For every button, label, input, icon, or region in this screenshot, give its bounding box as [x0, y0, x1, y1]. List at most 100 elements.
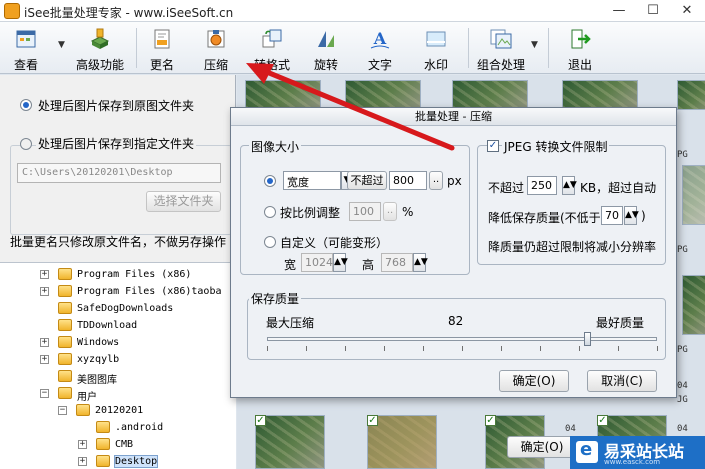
- quality-slider-thumb[interactable]: [583, 332, 591, 346]
- thumbnail[interactable]: [562, 80, 638, 110]
- slider-tick: [267, 346, 268, 351]
- dimension-mode-select[interactable]: 宽度: [283, 171, 341, 190]
- window-title: iSee批量处理专家 - www.iSeeSoft.cn: [24, 6, 234, 20]
- thumbnail-caption: 04: [565, 424, 576, 434]
- tree-expander-icon[interactable]: +: [40, 287, 49, 296]
- tree-item-label: Windows: [77, 337, 120, 348]
- output-folder-group: [10, 145, 232, 235]
- thumbnail[interactable]: [682, 275, 705, 335]
- height-label: 高: [362, 258, 375, 272]
- view-dropdown-icon[interactable]: ▼: [58, 40, 68, 50]
- slider-tick: [657, 346, 658, 351]
- tree-expander-icon[interactable]: +: [78, 440, 87, 449]
- thumbnail-checkbox[interactable]: ✓: [485, 415, 496, 426]
- tree-expander-icon[interactable]: +: [40, 270, 49, 279]
- thumbnail-caption: JG: [677, 395, 688, 405]
- rename-note: 批量更名只修改原文件名，不做另存操作: [10, 235, 227, 249]
- percent-preset-button[interactable]: ..: [383, 202, 397, 221]
- toolbar-separator: [136, 28, 137, 68]
- percent-field[interactable]: 100: [349, 202, 381, 221]
- tree-expander-icon[interactable]: +: [40, 355, 49, 364]
- folder-icon: [76, 404, 90, 416]
- custom-width-field[interactable]: 1024: [301, 253, 333, 272]
- close-button[interactable]: ✕: [670, 2, 704, 20]
- folder-icon: [96, 455, 110, 467]
- tree-expander-icon[interactable]: −: [58, 406, 67, 415]
- tree-item-label: SafeDogDownloads: [77, 303, 174, 314]
- save-original-radio[interactable]: [20, 99, 32, 111]
- annotation-arrow: [246, 63, 455, 151]
- min-quality-spinner[interactable]: ▲▼: [624, 206, 639, 225]
- width-preset-button[interactable]: ..: [429, 171, 443, 190]
- thumbnail[interactable]: [452, 80, 528, 110]
- custom-height-spinner[interactable]: ▲▼: [413, 253, 428, 272]
- folder-icon: [58, 319, 72, 331]
- folder-icon: [96, 438, 110, 450]
- output-path-field[interactable]: C:\Users\20120201\Desktop: [17, 163, 221, 183]
- tree-expander-icon[interactable]: −: [40, 389, 49, 398]
- thumbnail-checkbox[interactable]: ✓: [367, 415, 378, 426]
- watermark-icon: [426, 31, 446, 47]
- tree-item-label: 20120201: [95, 405, 144, 416]
- slider-tick: [384, 346, 385, 351]
- rename-button[interactable]: 更名: [142, 24, 182, 72]
- ok-button[interactable]: 确定(O): [499, 370, 569, 392]
- custom-size-radio[interactable]: [264, 236, 276, 248]
- toolbar-separator: [468, 28, 469, 68]
- combo-dropdown-icon[interactable]: ▼: [531, 40, 541, 50]
- thumbnail-caption: PG: [677, 245, 688, 255]
- folder-tree[interactable]: + Program Files (x86) + Program Files (x86)…: [0, 262, 236, 469]
- exit-label: 退出: [567, 58, 592, 72]
- advanced-button[interactable]: 高级功能: [72, 24, 128, 72]
- min-quality-field[interactable]: 70: [601, 206, 623, 225]
- thumbnail-caption: 04: [677, 381, 688, 391]
- thumbnail-caption: 04: [677, 424, 688, 434]
- custom-width-spinner[interactable]: ▲▼: [333, 253, 348, 272]
- title-bar: iSee批量处理专家 - www.iSeeSoft.cn — ☐ ✕: [0, 0, 705, 22]
- size-by-dimension-radio[interactable]: [264, 175, 276, 187]
- folder-icon: [58, 336, 72, 348]
- view-button[interactable]: 查看: [4, 24, 48, 72]
- slider-tick: [579, 346, 580, 351]
- tree-expander-icon[interactable]: +: [40, 338, 49, 347]
- thumbnail-checkbox[interactable]: ✓: [597, 415, 608, 426]
- advanced-label: 高级功能: [75, 58, 124, 72]
- quality-slider[interactable]: [267, 337, 657, 341]
- tree-item-label: CMB: [115, 439, 134, 450]
- tree-expander-icon[interactable]: +: [78, 457, 87, 466]
- not-exceed-button[interactable]: 不超过: [347, 171, 387, 190]
- max-kb-field[interactable]: 250: [527, 176, 557, 195]
- tree-item-label: .android: [115, 422, 164, 433]
- save-specified-radio[interactable]: [20, 138, 32, 150]
- custom-height-field[interactable]: 768: [381, 253, 413, 272]
- tree-item-label: Program Files (x86): [77, 269, 192, 280]
- combo-icon: [490, 29, 512, 49]
- thumbnail-checkbox[interactable]: ✓: [255, 415, 266, 426]
- kb-suffix: KB，超过自动: [580, 181, 657, 195]
- folder-icon: [96, 421, 110, 433]
- choose-folder-button[interactable]: 选择文件夹: [146, 191, 221, 212]
- cancel-button[interactable]: 取消(C): [587, 370, 657, 392]
- compress-button[interactable]: 压缩: [196, 24, 236, 72]
- not-exceed-label: 不超过: [488, 181, 525, 195]
- maximize-button[interactable]: ☐: [636, 2, 670, 20]
- proportional-radio[interactable]: [264, 206, 276, 218]
- thumbnail[interactable]: [682, 165, 705, 225]
- max-kb-spinner[interactable]: ▲▼: [562, 176, 577, 195]
- watermark-url: www.easck.com: [604, 458, 661, 466]
- exit-button[interactable]: 退出: [560, 24, 600, 72]
- folder-icon: [58, 370, 72, 382]
- minimize-button[interactable]: —: [602, 2, 636, 20]
- thumbnail[interactable]: [677, 80, 705, 110]
- thumbnail-caption: PG: [677, 345, 688, 355]
- save-specified-label: 处理后图片保存到指定文件夹: [36, 135, 197, 152]
- exit-icon: [571, 29, 591, 49]
- background-ok-button[interactable]: 确定(O): [507, 436, 577, 458]
- max-width-field[interactable]: 800: [389, 171, 427, 190]
- combo-button[interactable]: 组合处理: [474, 24, 528, 72]
- percent-unit: %: [402, 205, 414, 219]
- px-unit: px: [447, 174, 462, 188]
- jpeg-limit-checkbox[interactable]: ✓: [487, 140, 499, 152]
- tree-item-label: Program Files (x86)taoba: [77, 286, 222, 297]
- slider-tick: [306, 346, 307, 351]
